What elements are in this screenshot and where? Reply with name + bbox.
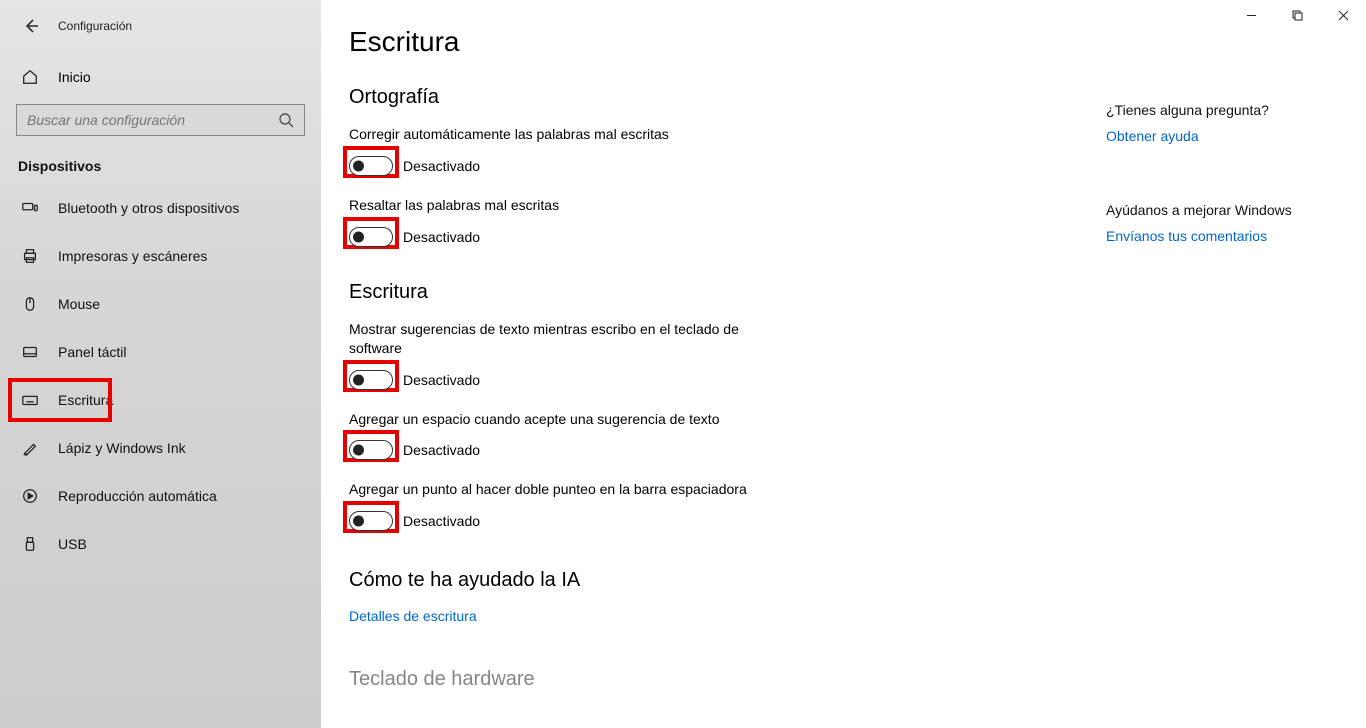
- sidebar-item-printers[interactable]: Impresoras y escáneres: [0, 232, 321, 280]
- usb-icon: [20, 534, 40, 554]
- keyboard-icon: [20, 390, 40, 410]
- setting-highlight-misspelled: Resaltar las palabras mal escritas Desac…: [349, 196, 779, 251]
- setting-label: Resaltar las palabras mal escritas: [349, 196, 779, 215]
- toggle-knob: [353, 516, 364, 527]
- toggle-state: Desactivado: [403, 442, 480, 458]
- toggle-knob: [353, 445, 364, 456]
- toggle-text-suggestions[interactable]: [349, 370, 393, 390]
- help-question: ¿Tienes alguna pregunta?: [1106, 102, 1336, 118]
- toggle-row: Desactivado: [349, 223, 779, 251]
- setting-add-period: Agregar un punto al hacer doble punteo e…: [349, 480, 779, 535]
- toggle-autocorrect[interactable]: [349, 156, 393, 176]
- setting-label: Agregar un punto al hacer doble punteo e…: [349, 480, 779, 499]
- toggle-add-space[interactable]: [349, 440, 393, 460]
- content-area: Escritura Ortografía Corregir automática…: [321, 0, 1366, 728]
- page-title: Escritura: [349, 26, 1069, 58]
- sidebar-item-label: Bluetooth y otros dispositivos: [58, 200, 239, 216]
- settings-app: Configuración Inicio Dispositivos Blueto…: [0, 0, 1366, 728]
- section-ai: Cómo te ha ayudado la IA: [349, 569, 1069, 592]
- pen-icon: [20, 438, 40, 458]
- sidebar-item-bluetooth[interactable]: Bluetooth y otros dispositivos: [0, 184, 321, 232]
- sidebar-item-mouse[interactable]: Mouse: [0, 280, 321, 328]
- link-get-help[interactable]: Obtener ayuda: [1106, 128, 1199, 144]
- toggle-knob: [353, 374, 364, 385]
- sidebar-nav: Bluetooth y otros dispositivos Impresora…: [0, 184, 321, 568]
- setting-label: Mostrar sugerencias de texto mientras es…: [349, 320, 779, 358]
- toggle-knob: [353, 160, 364, 171]
- close-button[interactable]: [1320, 0, 1366, 30]
- aside: ¿Tienes alguna pregunta? Obtener ayuda A…: [1106, 102, 1336, 302]
- sidebar-item-label: Reproducción automática: [58, 488, 217, 504]
- sidebar-item-touchpad[interactable]: Panel táctil: [0, 328, 321, 376]
- sidebar-item-label: Panel táctil: [58, 344, 126, 360]
- section-spelling: Ortografía: [349, 86, 1069, 109]
- setting-label: Corregir automáticamente las palabras ma…: [349, 125, 779, 144]
- setting-autocorrect: Corregir automáticamente las palabras ma…: [349, 125, 779, 180]
- bluetooth-icon: [20, 198, 40, 218]
- printer-icon: [20, 246, 40, 266]
- sidebar-item-label: Lápiz y Windows Ink: [58, 440, 186, 456]
- sidebar-item-label: Escritura: [58, 392, 113, 408]
- toggle-row: Desactivado: [349, 152, 779, 180]
- maximize-button[interactable]: [1274, 0, 1320, 30]
- sidebar-item-label: USB: [58, 536, 87, 552]
- toggle-row: Desactivado: [349, 436, 779, 464]
- setting-text-suggestions: Mostrar sugerencias de texto mientras es…: [349, 320, 779, 394]
- toggle-state: Desactivado: [403, 513, 480, 529]
- section-typing: Escritura: [349, 281, 1069, 304]
- link-typing-insights[interactable]: Detalles de escritura: [349, 608, 477, 624]
- sidebar-category: Dispositivos: [0, 136, 321, 184]
- toggle-state: Desactivado: [403, 158, 480, 174]
- toggle-knob: [353, 231, 364, 242]
- setting-add-space: Agregar un espacio cuando acepte una sug…: [349, 410, 779, 465]
- help-block: ¿Tienes alguna pregunta? Obtener ayuda: [1106, 102, 1336, 154]
- sidebar-item-pen[interactable]: Lápiz y Windows Ink: [0, 424, 321, 472]
- window-controls: [1228, 0, 1366, 30]
- search-input[interactable]: [16, 104, 305, 136]
- main-column: Escritura Ortografía Corregir automática…: [349, 26, 1069, 728]
- mouse-icon: [20, 294, 40, 314]
- sidebar-item-autoplay[interactable]: Reproducción automática: [0, 472, 321, 520]
- toggle-highlight-misspelled[interactable]: [349, 227, 393, 247]
- sidebar-item-label: Impresoras y escáneres: [58, 248, 207, 264]
- section-hardware-keyboard: Teclado de hardware: [349, 668, 1069, 691]
- toggle-state: Desactivado: [403, 372, 480, 388]
- home-icon: [20, 68, 40, 86]
- feedback-block: Ayúdanos a mejorar Windows Envíanos tus …: [1106, 202, 1336, 254]
- sidebar: Configuración Inicio Dispositivos Blueto…: [0, 0, 321, 728]
- toggle-state: Desactivado: [403, 229, 480, 245]
- window-title: Configuración: [58, 19, 132, 33]
- link-send-feedback[interactable]: Envíanos tus comentarios: [1106, 228, 1267, 244]
- search-field[interactable]: [27, 112, 278, 128]
- back-icon[interactable]: [22, 17, 40, 35]
- autoplay-icon: [20, 486, 40, 506]
- sidebar-home-label: Inicio: [58, 69, 91, 85]
- toggle-row: Desactivado: [349, 366, 779, 394]
- touchpad-icon: [20, 342, 40, 362]
- minimize-button[interactable]: [1228, 0, 1274, 30]
- titlebar: Configuración: [0, 6, 321, 40]
- setting-label: Agregar un espacio cuando acepte una sug…: [349, 410, 779, 429]
- sidebar-item-usb[interactable]: USB: [0, 520, 321, 568]
- search-icon: [278, 112, 294, 128]
- sidebar-item-typing[interactable]: Escritura: [0, 376, 321, 424]
- toggle-add-period[interactable]: [349, 511, 393, 531]
- sidebar-item-label: Mouse: [58, 296, 100, 312]
- toggle-row: Desactivado: [349, 507, 779, 535]
- sidebar-home[interactable]: Inicio: [0, 58, 321, 96]
- feedback-question: Ayúdanos a mejorar Windows: [1106, 202, 1336, 218]
